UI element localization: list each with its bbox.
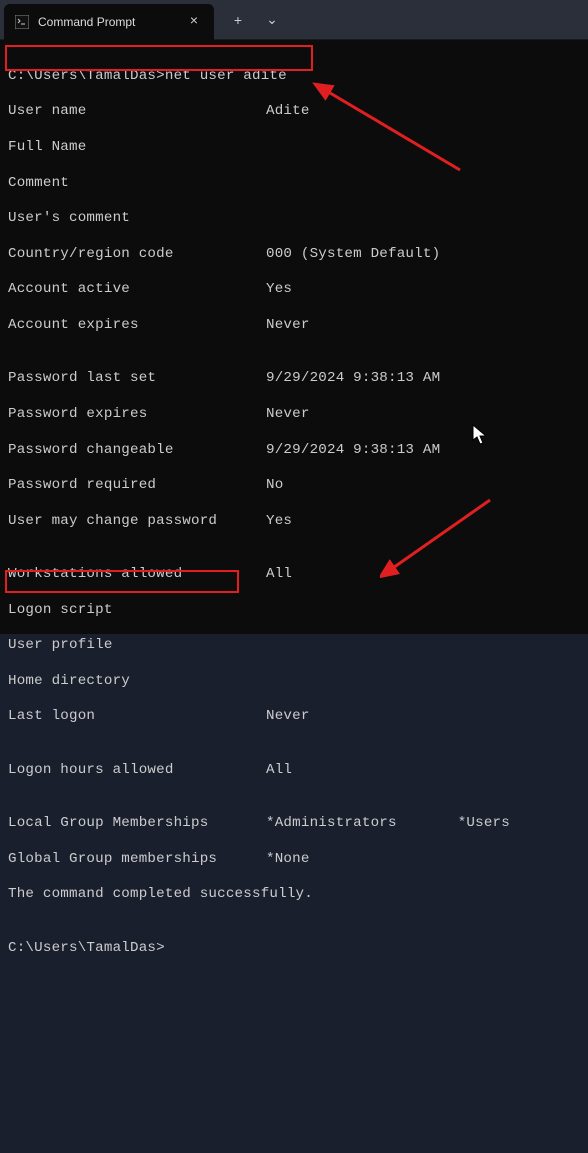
titlebar: Command Prompt × + ⌄ [0,0,588,40]
value-last-logon: Never [266,708,310,726]
value-account-expires: Never [266,317,310,335]
tab-dropdown-button[interactable]: ⌄ [256,4,288,36]
label-pwd-required: Password required [8,477,266,495]
value-workstations: All [266,566,292,584]
prompt-line: C:\Users\TamalDas> [8,940,580,958]
label-pwd-expires: Password expires [8,406,266,424]
terminal-icon [14,14,30,30]
label-user-profile: User profile [8,637,266,655]
value-logon-hours: All [266,762,292,780]
value-country: 000 (System Default) [266,246,440,264]
value-user-name: Adite [266,103,310,121]
value-local-groups: *Administrators *Users [266,815,510,833]
label-workstations: Workstations allowed [8,566,266,584]
new-tab-button[interactable]: + [222,4,254,36]
terminal-output[interactable]: C:\Users\TamalDas>net user adite User na… [0,40,588,634]
command-line: C:\Users\TamalDas>net user adite [8,68,580,86]
label-last-logon: Last logon [8,708,266,726]
tab-title: Command Prompt [38,15,184,29]
tab-command-prompt[interactable]: Command Prompt × [4,4,214,40]
label-full-name: Full Name [8,139,266,157]
value-global-groups: *None [266,851,310,869]
label-account-active: Account active [8,281,266,299]
close-icon[interactable]: × [184,12,204,32]
value-pwd-last-set: 9/29/2024 9:38:13 AM [266,370,440,388]
label-logon-script: Logon script [8,602,266,620]
label-logon-hours: Logon hours allowed [8,762,266,780]
label-account-expires: Account expires [8,317,266,335]
label-country: Country/region code [8,246,266,264]
value-pwd-may-change: Yes [266,513,292,531]
label-local-groups: Local Group Memberships [8,815,266,833]
label-pwd-may-change: User may change password [8,513,266,531]
label-pwd-last-set: Password last set [8,370,266,388]
completion-message: The command completed successfully. [8,886,580,904]
value-pwd-required: No [266,477,283,495]
label-comment: Comment [8,175,266,193]
label-home-dir: Home directory [8,673,266,691]
value-pwd-changeable: 9/29/2024 9:38:13 AM [266,442,440,460]
label-global-groups: Global Group memberships [8,851,266,869]
label-users-comment: User's comment [8,210,266,228]
label-user-name: User name [8,103,266,121]
value-account-active: Yes [266,281,292,299]
tab-actions: + ⌄ [222,4,288,36]
label-pwd-changeable: Password changeable [8,442,266,460]
annotation-arrow-1 [310,80,470,180]
value-pwd-expires: Never [266,406,310,424]
